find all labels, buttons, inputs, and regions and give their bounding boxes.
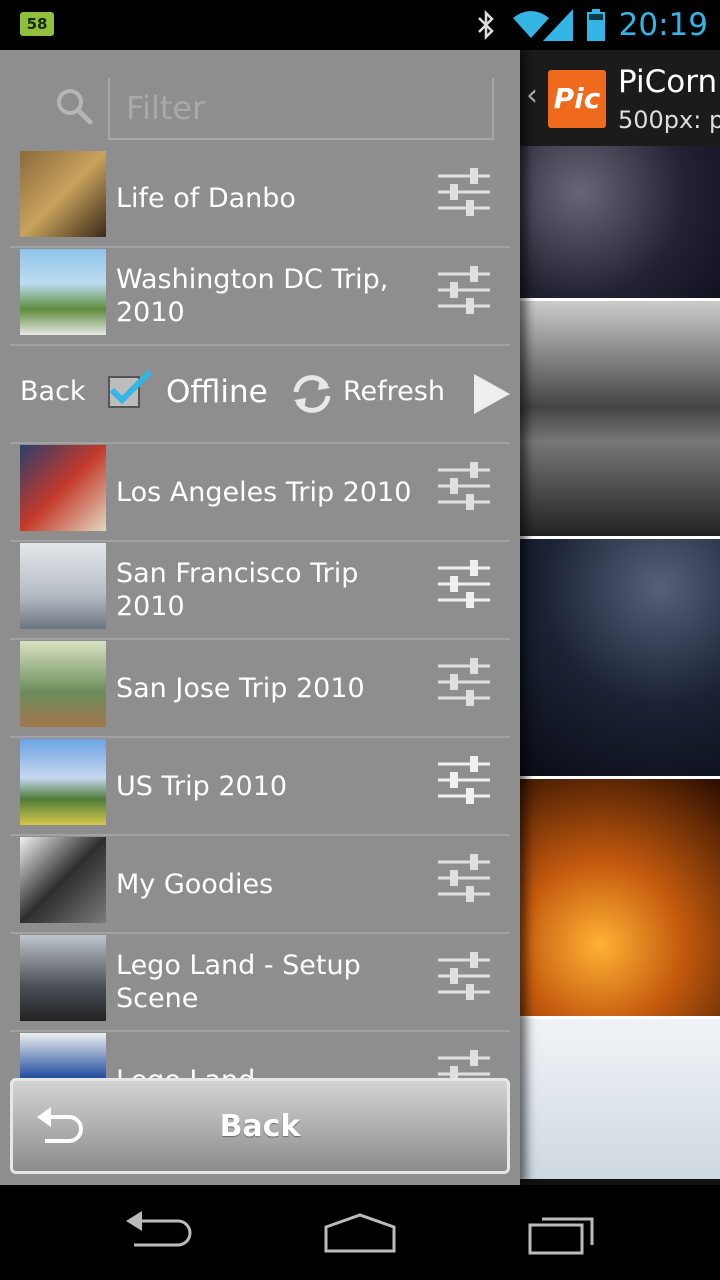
album-title: Lego Land - Setup Scene	[116, 950, 361, 1014]
back-nav-icon[interactable]	[124, 1207, 194, 1261]
album-title: US Trip 2010	[116, 770, 288, 802]
play-icon[interactable]	[472, 372, 512, 420]
album-title: Washington DC Trip, 2010	[116, 264, 389, 328]
album-title: Los Angeles Trip 2010	[116, 476, 412, 508]
background-app-title: PiCorn	[618, 64, 718, 100]
album-row[interactable]: San Jose Trip 2010	[10, 640, 510, 738]
album-thumbnail	[20, 249, 106, 335]
chevron-left-icon[interactable]: ‹	[526, 78, 538, 113]
album-row[interactable]: My Goodies	[10, 836, 510, 934]
back-link[interactable]: Back	[20, 376, 86, 407]
app-logo: Pic	[548, 70, 606, 128]
background-app: ‹ Pic PiCorn 500px: p	[520, 50, 720, 1185]
album-row[interactable]: San Francisco Trip 2010	[10, 542, 510, 640]
album-row[interactable]: Life of Danbo	[10, 150, 510, 248]
refresh-button[interactable]: Refresh	[343, 376, 445, 407]
album-thumbnail	[20, 837, 106, 923]
search-icon	[54, 86, 94, 130]
photo-tile[interactable]	[520, 301, 720, 539]
album-thumbnail	[20, 543, 106, 629]
status-bar: 58 20:19	[0, 0, 720, 50]
sliders-icon[interactable]	[436, 752, 492, 812]
album-thumbnail	[20, 445, 106, 531]
sliders-icon[interactable]	[436, 948, 492, 1008]
back-button[interactable]: Back	[10, 1078, 510, 1174]
filter-bar	[0, 50, 520, 150]
album-thumbnail	[20, 151, 106, 237]
recents-nav-icon[interactable]	[526, 1207, 598, 1261]
battery-icon	[586, 9, 605, 41]
album-row[interactable]: Washington DC Trip, 2010	[10, 248, 510, 346]
clock: 20:19	[618, 7, 708, 43]
album-thumbnail	[20, 935, 106, 1021]
album-action-row: Back Offline Refresh	[10, 346, 510, 444]
album-row[interactable]: US Trip 2010	[10, 738, 510, 836]
album-row[interactable]: Los Angeles Trip 2010	[10, 444, 510, 542]
sliders-icon[interactable]	[436, 164, 492, 224]
photo-tile[interactable]	[520, 1019, 720, 1179]
checkmark-icon	[108, 368, 154, 412]
status-icons: 20:19	[475, 0, 720, 50]
navigation-bar	[0, 1185, 720, 1280]
album-thumbnail	[20, 641, 106, 727]
back-button-label: Back	[219, 1109, 301, 1144]
sliders-icon[interactable]	[436, 850, 492, 910]
bluetooth-icon	[475, 10, 497, 40]
sliders-icon[interactable]	[436, 458, 492, 518]
album-title: Life of Danbo	[116, 182, 296, 214]
background-app-subtitle: 500px: p	[618, 106, 720, 134]
refresh-icon[interactable]	[288, 370, 336, 422]
album-title: My Goodies	[116, 868, 274, 900]
offline-label: Offline	[166, 374, 268, 410]
album-list: Life of Danbo Washington DC Trip, 2010 B…	[10, 150, 510, 1130]
photo-tile[interactable]	[520, 146, 720, 301]
album-drawer: Life of Danbo Washington DC Trip, 2010 B…	[0, 50, 520, 1185]
notification-badge: 58	[20, 12, 54, 36]
album-title: San Francisco Trip 2010	[116, 558, 359, 622]
album-thumbnail	[20, 739, 106, 825]
filter-input[interactable]	[108, 78, 494, 140]
photo-tile[interactable]	[520, 779, 720, 1019]
sliders-icon[interactable]	[436, 654, 492, 714]
signal-icon	[542, 9, 573, 41]
background-app-header: ‹ Pic PiCorn 500px: p	[520, 50, 720, 146]
album-title: San Jose Trip 2010	[116, 672, 365, 704]
sliders-icon[interactable]	[436, 556, 492, 616]
home-nav-icon[interactable]	[322, 1207, 398, 1261]
album-row[interactable]: Lego Land - Setup Scene	[10, 934, 510, 1032]
photo-tile[interactable]	[520, 539, 720, 779]
sliders-icon[interactable]	[436, 262, 492, 322]
